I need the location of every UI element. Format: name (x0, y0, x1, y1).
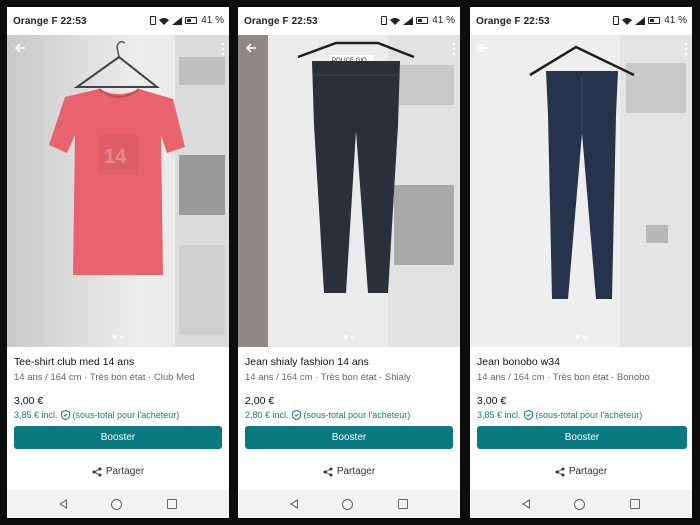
nav-back-icon[interactable] (290, 499, 299, 509)
shield-icon (523, 410, 533, 420)
status-bar: Orange F 22:53 41 % (238, 7, 460, 35)
battery-percent: 41 % (201, 15, 224, 26)
phone-screen-1: Orange F 22:53 41 % 14 Tee-shirt club me… (7, 7, 229, 518)
carousel-dots (112, 335, 124, 339)
buyer-price[interactable]: 3,85 € incl. (sous-total pour l'acheteur… (477, 410, 685, 420)
share-button[interactable]: Partager (7, 466, 229, 477)
nav-recents-icon[interactable] (397, 499, 408, 509)
status-bar: Orange F 22:53 41 % (7, 7, 229, 35)
share-label: Partager (105, 466, 145, 477)
nav-recents-icon[interactable] (629, 499, 640, 509)
listing-price: 3,00 € (14, 395, 44, 407)
share-icon (555, 467, 565, 476)
listing-meta: 14 ans / 164 cm · Très bon état · Bonobo (477, 372, 650, 383)
battery-percent: 41 % (664, 15, 687, 26)
back-arrow-icon[interactable] (13, 41, 27, 55)
nav-back-icon[interactable] (522, 499, 531, 509)
android-nav-bar (7, 490, 229, 518)
signal-icon (172, 16, 183, 25)
shield-icon (291, 410, 301, 420)
shield-icon (60, 410, 70, 420)
battery-icon (648, 17, 661, 24)
carousel-dot[interactable] (343, 335, 348, 339)
share-icon (92, 467, 102, 476)
phone-screen-3: Orange F 22:53 41 % Jean bonobo w34 14 a… (470, 7, 692, 518)
booster-button[interactable]: Booster (14, 426, 222, 449)
buyer-price[interactable]: 2,80 € incl. (sous-total pour l'acheteur… (245, 410, 453, 420)
carousel-dot[interactable] (119, 335, 124, 339)
listing-info: Jean bonobo w34 14 ans / 164 cm · Très b… (470, 347, 692, 420)
buyer-price-value: 3,85 € incl. (477, 410, 521, 420)
carousel-dot[interactable] (112, 335, 117, 339)
wifi-icon (159, 17, 170, 25)
more-vert-icon[interactable] (452, 42, 456, 56)
share-button[interactable]: Partager (470, 466, 692, 477)
signal-icon (635, 16, 646, 25)
back-arrow-icon[interactable] (476, 41, 490, 55)
carousel-dot[interactable] (582, 335, 587, 339)
carousel-dot[interactable] (575, 335, 580, 339)
battery-percent: 41 % (432, 15, 455, 26)
back-arrow-icon[interactable] (244, 41, 258, 55)
android-nav-bar (470, 490, 692, 518)
more-vert-icon[interactable] (684, 42, 688, 56)
vibrate-icon (381, 16, 388, 25)
phone-screen-2: Orange F 22:53 41 % POLICE GIO (238, 7, 460, 518)
listing-title: Tee-shirt club med 14 ans (14, 356, 135, 368)
status-carrier-time: Orange F 22:53 (244, 16, 318, 27)
battery-icon (185, 17, 198, 24)
booster-button[interactable]: Booster (245, 426, 453, 449)
buyer-price-value: 2,80 € incl. (245, 410, 289, 420)
listing-price: 3,00 € (477, 395, 507, 407)
buyer-note: (sous-total pour l'acheteur) (72, 410, 180, 420)
listing-title: Jean bonobo w34 (477, 356, 560, 368)
vibrate-icon (150, 16, 157, 25)
carousel-dots (343, 335, 355, 339)
listing-info: Tee-shirt club med 14 ans 14 ans / 164 c… (7, 347, 229, 420)
nav-back-icon[interactable] (59, 499, 68, 509)
item-photo[interactable]: 14 (7, 35, 229, 347)
share-icon (323, 467, 333, 476)
item-photo[interactable] (470, 35, 692, 347)
buyer-price[interactable]: 3,85 € incl. (sous-total pour l'acheteur… (14, 410, 222, 420)
nav-home-icon[interactable] (342, 498, 354, 510)
status-bar: Orange F 22:53 41 % (470, 7, 692, 35)
nav-home-icon[interactable] (574, 498, 586, 510)
nav-recents-icon[interactable] (166, 499, 177, 509)
nav-home-icon[interactable] (111, 498, 123, 510)
buyer-price-value: 3,85 € incl. (14, 410, 58, 420)
listing-meta: 14 ans / 164 cm · Très bon état · Shialy (245, 372, 411, 383)
carousel-dot[interactable] (350, 335, 355, 339)
carousel-dots (575, 335, 587, 339)
battery-icon (416, 17, 429, 24)
vibrate-icon (613, 16, 620, 25)
listing-price: 2,00 € (245, 395, 275, 407)
listing-info: Jean shialy fashion 14 ans 14 ans / 164 … (238, 347, 460, 420)
booster-button[interactable]: Booster (477, 426, 687, 449)
signal-icon (403, 16, 414, 25)
more-vert-icon[interactable] (221, 42, 225, 56)
listing-title: Jean shialy fashion 14 ans (245, 356, 369, 368)
listing-meta: 14 ans / 164 cm · Très bon état · Club M… (14, 372, 195, 383)
share-label: Partager (336, 466, 376, 477)
svg-text:14: 14 (104, 146, 127, 168)
status-carrier-time: Orange F 22:53 (13, 16, 87, 27)
buyer-note: (sous-total pour l'acheteur) (535, 410, 643, 420)
android-nav-bar (238, 490, 460, 518)
share-label: Partager (568, 466, 608, 477)
wifi-icon (390, 17, 401, 25)
wifi-icon (622, 17, 633, 25)
item-photo[interactable]: POLICE GIO (238, 35, 460, 347)
buyer-note: (sous-total pour l'acheteur) (303, 410, 411, 420)
status-carrier-time: Orange F 22:53 (476, 16, 550, 27)
share-button[interactable]: Partager (238, 466, 460, 477)
